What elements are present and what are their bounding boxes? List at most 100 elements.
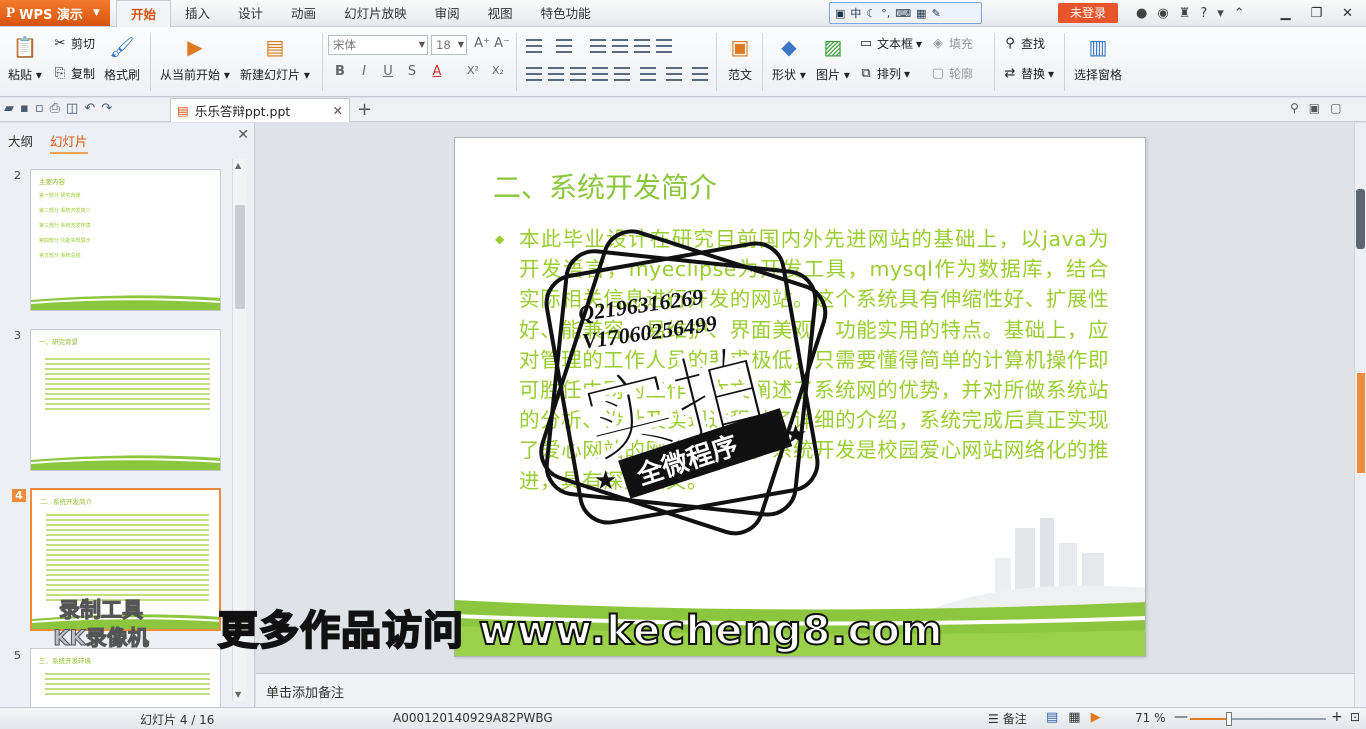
underline-icon[interactable]: U [378, 64, 398, 79]
font-color-icon[interactable]: A [427, 64, 447, 79]
template-button[interactable]: ▣ 范文 [726, 33, 754, 83]
close-icon[interactable]: ✕ [1332, 6, 1363, 21]
question-icon[interactable]: ? [1200, 6, 1207, 21]
close-doc-icon[interactable]: ▢ [1330, 101, 1341, 115]
align-left-icon[interactable] [526, 67, 542, 81]
copy-button[interactable]: ⎘ 复制 [52, 65, 95, 82]
justify-icon[interactable] [592, 67, 608, 81]
open-folder-icon[interactable]: ▰ [4, 101, 14, 116]
superscript-icon[interactable]: X² [463, 64, 483, 77]
align-right-icon[interactable] [570, 67, 586, 81]
replace-button[interactable]: ⇄ 替换 ▾ [1002, 65, 1055, 82]
scroll-down-icon[interactable]: ▼ [235, 690, 241, 699]
zoom-level[interactable]: 71 % [1135, 711, 1166, 725]
scrollbar-thumb[interactable] [1356, 189, 1365, 249]
increase-indent-icon[interactable] [612, 39, 628, 53]
login-button[interactable]: 未登录 [1058, 3, 1118, 23]
fit-window-icon[interactable]: ⊡ [1350, 710, 1360, 724]
new-tab-icon[interactable]: + [357, 99, 372, 120]
app-menu-button[interactable]: P WPS 演示 ▼ [0, 0, 110, 26]
line-spacing-icon[interactable] [640, 67, 656, 81]
scrollbar-thumb[interactable] [235, 205, 245, 309]
tab-insert[interactable]: 插入 [171, 0, 224, 27]
keyboard-icon[interactable]: ⌨ [895, 7, 911, 20]
tab-animation[interactable]: 动画 [277, 0, 330, 27]
notes-placeholder[interactable]: 单击添加备注 [266, 682, 344, 701]
slide-thumbnail-2[interactable]: 主要内容 第一部分 研究背景 第二部分 系统开发简介 第三部分 系统开发环境 第… [30, 169, 221, 311]
text-direction-icon[interactable] [656, 39, 672, 53]
minimize-icon[interactable]: ▁ [1270, 6, 1301, 21]
selection-pane-button[interactable]: ▥ 选择窗格 [1074, 33, 1122, 83]
shrink-font-icon[interactable]: A⁻ [492, 36, 512, 51]
slide-thumbnail-5[interactable]: 三、系统开发环境 [30, 648, 221, 707]
subscript-icon[interactable]: X₂ [488, 64, 508, 77]
fill-button[interactable]: ◈ 填充 [930, 35, 973, 52]
tab-slides[interactable]: 幻灯片 [50, 131, 88, 154]
wrench-icon[interactable]: ✎ [932, 7, 941, 20]
slide-sorter-icon[interactable]: ▦ [1068, 710, 1080, 725]
print-preview-icon[interactable]: ◫ [66, 101, 78, 116]
ime-mode[interactable]: 中 [850, 5, 861, 21]
collapse-ribbon-icon[interactable]: ⌃ [1234, 6, 1245, 21]
shirt-icon[interactable]: ♜ [1179, 6, 1191, 21]
normal-view-icon[interactable]: ▤ [1046, 710, 1058, 725]
tab-special[interactable]: 特色功能 [527, 0, 605, 27]
punctuation-icon[interactable]: °, [881, 7, 890, 20]
textbox-button[interactable]: ▭ 文本框 ▾ [858, 35, 922, 52]
cut-button[interactable]: ✂ 剪切 [52, 35, 95, 52]
picture-button[interactable]: ▨ 图片 ▾ [816, 33, 850, 83]
print-icon[interactable]: ⎙ [50, 101, 60, 116]
save-as-icon[interactable]: ▫ [35, 101, 44, 116]
shape-button[interactable]: ◆ 形状 ▾ [772, 33, 806, 83]
undo-icon[interactable]: ↶ [84, 101, 95, 116]
zoom-in-icon[interactable]: + [1331, 709, 1343, 725]
tab-home[interactable]: 开始 [116, 0, 172, 27]
skin-icon[interactable]: ▦ [916, 7, 926, 20]
cloud-icon[interactable]: ● [1136, 6, 1147, 21]
restore-icon[interactable]: ❐ [1301, 6, 1332, 21]
numbering-icon[interactable] [556, 39, 572, 53]
slideshow-view-icon[interactable]: ▶ [1091, 710, 1101, 725]
close-icon[interactable]: ✕ [333, 103, 343, 118]
tab-review[interactable]: 审阅 [421, 0, 474, 27]
arrange-button[interactable]: ⧉ 排列 ▾ [858, 65, 910, 82]
tab-design[interactable]: 设计 [224, 0, 277, 27]
find-button[interactable]: ⚲ 查找 [1002, 35, 1045, 52]
paste-button[interactable]: 📋 粘贴 ▾ [8, 33, 42, 83]
zoom-slider[interactable] [1190, 712, 1326, 726]
new-slide-button[interactable]: ▤ 新建幻灯片 ▾ [240, 33, 310, 83]
pin-icon[interactable]: ⚲ [1290, 101, 1299, 115]
redo-icon[interactable]: ↷ [101, 101, 112, 116]
zoom-slider-knob[interactable] [1226, 712, 1232, 726]
shadow-icon[interactable]: S [402, 64, 422, 79]
italic-icon[interactable]: I [354, 64, 374, 79]
window-mode-icon[interactable]: ▣ [1309, 101, 1320, 115]
bullets-icon[interactable] [526, 39, 542, 53]
tab-outline[interactable]: 大纲 [8, 131, 33, 150]
grow-font-icon[interactable]: A⁺ [472, 36, 492, 51]
notes-pane[interactable]: 单击添加备注 [256, 673, 1354, 707]
notes-toggle-button[interactable]: ☰ 备注 [988, 710, 1027, 727]
slide-title[interactable]: 二、系统开发简介 [493, 166, 717, 206]
font-size-combo[interactable]: 18 ▼ [431, 35, 467, 55]
from-current-button[interactable]: ▶ 从当前开始 ▾ [160, 33, 230, 83]
text-align-icon[interactable] [692, 67, 708, 81]
ime-toolbar[interactable]: ▣ 中 ☾ °, ⌨ ▦ ✎ [829, 2, 982, 24]
document-tab[interactable]: ▤ 乐乐答辩ppt.ppt ✕ [170, 98, 350, 122]
tab-view[interactable]: 视图 [474, 0, 527, 27]
distribute-icon[interactable] [614, 67, 630, 81]
moon-icon[interactable]: ☾ [866, 7, 876, 20]
slide-thumbnail-3[interactable]: 一、研究背景 [30, 329, 221, 471]
align-center-icon[interactable] [548, 67, 564, 81]
zoom-out-icon[interactable]: — [1174, 709, 1188, 725]
save-icon[interactable]: ▪ [20, 101, 29, 116]
format-painter-button[interactable]: 🖌 格式刷 [104, 33, 140, 83]
outline-button[interactable]: ▢ 轮廓 [930, 65, 973, 82]
help-circle-icon[interactable]: ◉ [1157, 6, 1168, 21]
font-name-combo[interactable]: 宋体 ▼ [328, 35, 428, 55]
scroll-up-icon[interactable]: ▲ [235, 161, 241, 170]
close-icon[interactable]: ✕ [237, 127, 249, 143]
columns-icon[interactable] [634, 39, 650, 53]
decrease-indent-icon[interactable] [590, 39, 606, 53]
editor-scrollbar[interactable] [1354, 123, 1366, 707]
